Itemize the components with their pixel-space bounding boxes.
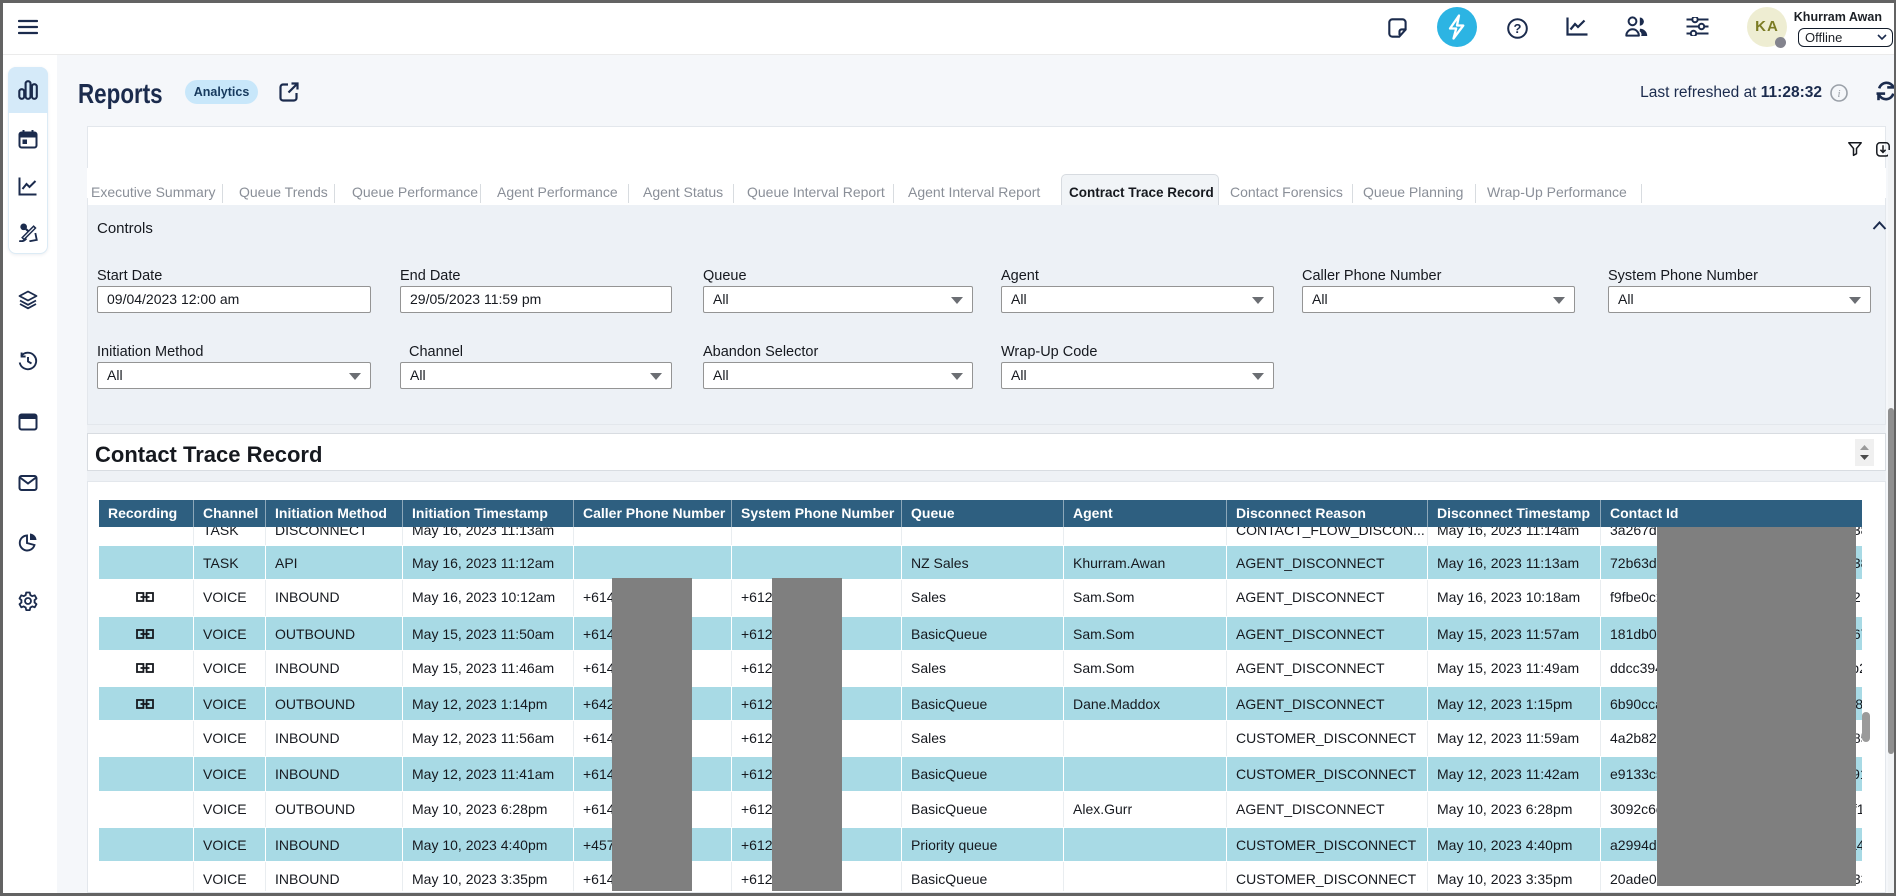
svg-text:?: ? <box>1514 21 1522 36</box>
svg-text:i: i <box>1837 88 1840 100</box>
